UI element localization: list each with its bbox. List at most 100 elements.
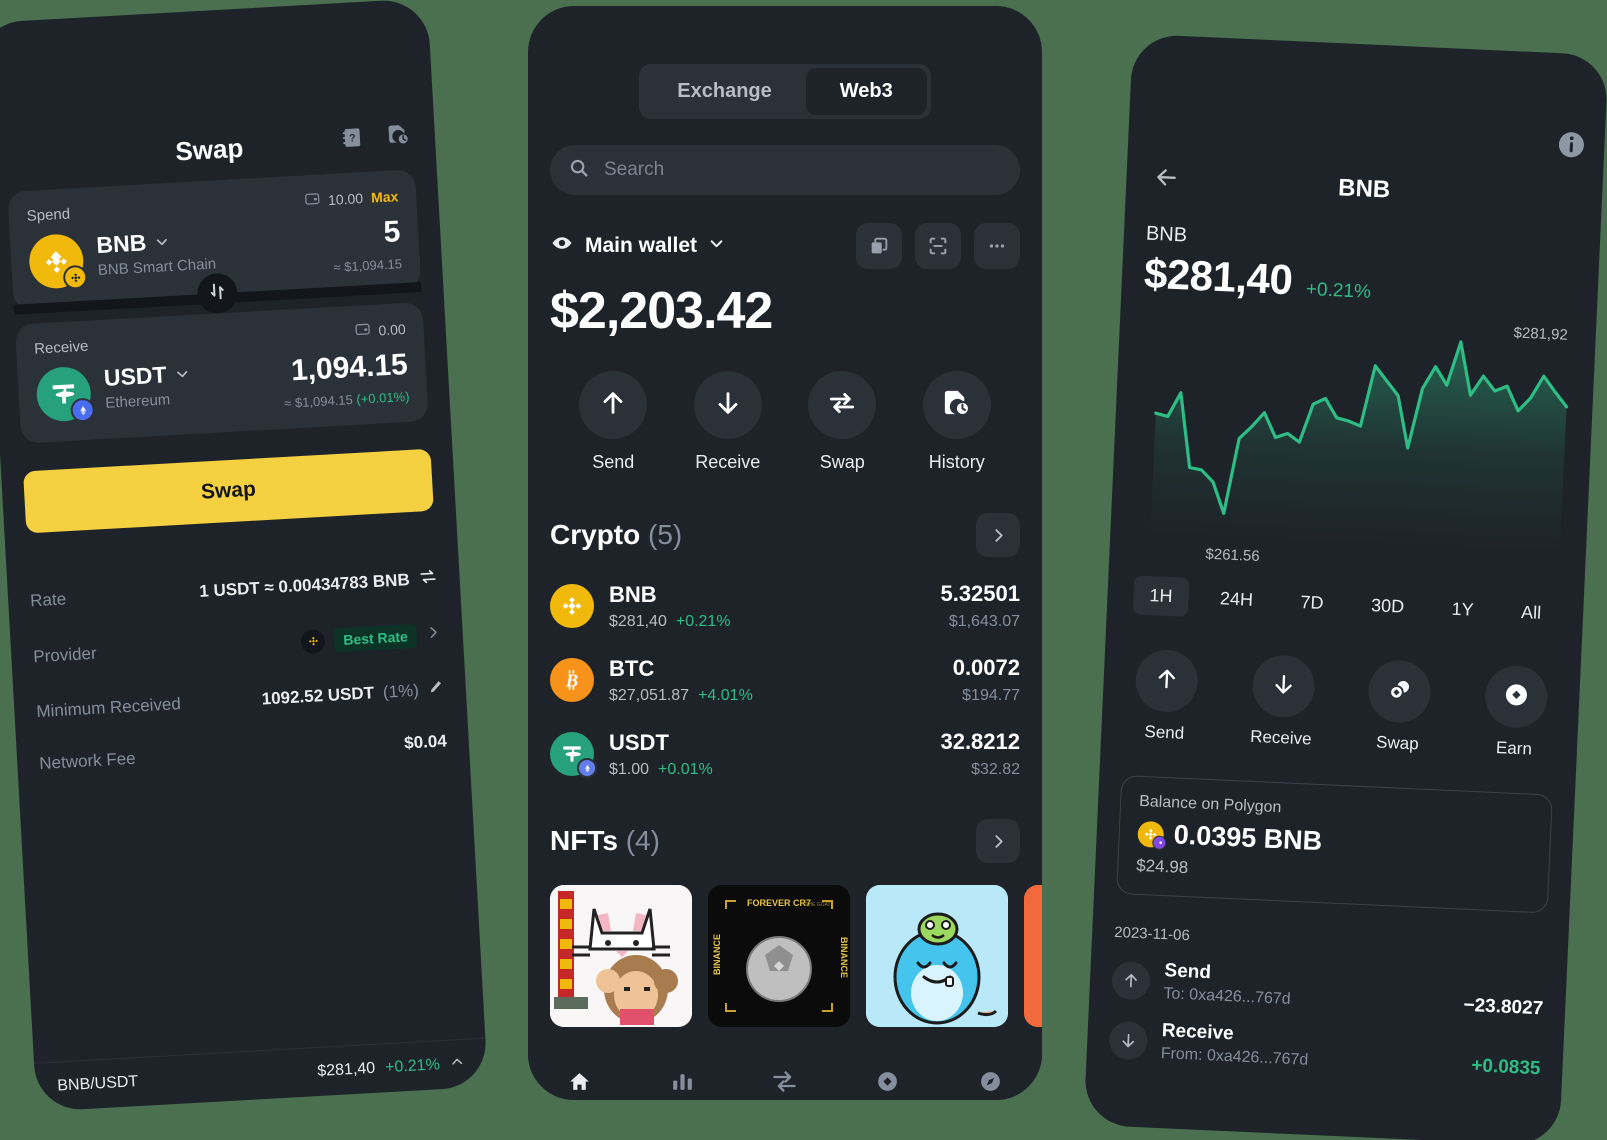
arrow-down-icon bbox=[1108, 1020, 1149, 1060]
tab-web3[interactable]: Web3 bbox=[805, 68, 927, 115]
provider-label: Provider bbox=[32, 643, 98, 667]
scan-icon[interactable] bbox=[915, 223, 961, 269]
search-icon bbox=[568, 157, 590, 184]
transaction-row-send[interactable]: Send To: 0xa426...767d −23.8027 bbox=[1111, 958, 1545, 1021]
receive-approx-change: (+0.01%) bbox=[355, 388, 410, 407]
copy-icon[interactable] bbox=[856, 223, 902, 269]
search-input[interactable]: Search bbox=[550, 145, 1020, 195]
wallet-selector[interactable]: Main wallet bbox=[550, 231, 725, 261]
history-icon[interactable] bbox=[385, 121, 412, 152]
info-icon[interactable] bbox=[1556, 129, 1588, 165]
nav-item-discover[interactable]: Discover bbox=[939, 1068, 1042, 1100]
range-tab-30d[interactable]: 30D bbox=[1354, 585, 1421, 627]
range-tab-1y[interactable]: 1Y bbox=[1435, 589, 1491, 630]
nav-item-earn[interactable]: Earn bbox=[309, 1110, 402, 1112]
quick-action-label: Send bbox=[592, 452, 635, 472]
svg-text:THE GOAT: THE GOAT bbox=[805, 902, 830, 908]
nfts-see-all-button[interactable] bbox=[976, 819, 1020, 863]
range-tab-7d[interactable]: 7D bbox=[1284, 582, 1341, 623]
price-chart[interactable]: $281,92 $261.56 bbox=[1132, 311, 1574, 565]
receive-balance: 0.00 bbox=[377, 320, 407, 338]
asset-amount: 0.0072 bbox=[952, 655, 1020, 680]
crypto-see-all-button[interactable] bbox=[976, 513, 1020, 557]
asset-change: +0.21% bbox=[675, 612, 731, 630]
quick-action-send[interactable]: Send bbox=[556, 371, 671, 473]
network-fee-value: $0.04 bbox=[403, 731, 448, 753]
more-icon[interactable] bbox=[974, 223, 1020, 269]
action-earn[interactable]: Earn bbox=[1483, 664, 1549, 760]
swap-button[interactable]: Swap bbox=[23, 448, 434, 534]
quick-action-label: Swap bbox=[819, 452, 865, 472]
usdt-coin-icon bbox=[550, 732, 597, 778]
quick-action-swap[interactable]: Swap bbox=[785, 371, 900, 473]
svg-text:B: B bbox=[565, 671, 578, 691]
swap-rate-icon[interactable] bbox=[418, 567, 438, 592]
eye-icon[interactable] bbox=[550, 231, 574, 261]
quick-action-label: History bbox=[928, 452, 985, 472]
chevron-right-icon[interactable] bbox=[425, 624, 441, 645]
transaction-amount: +0.0835 bbox=[1470, 1055, 1541, 1080]
spend-amount[interactable]: 5 bbox=[331, 215, 402, 252]
asset-price: $281,40 bbox=[609, 612, 667, 630]
ethereum-chain-badge bbox=[70, 397, 96, 423]
nav-item-markets[interactable]: Markets bbox=[631, 1068, 734, 1100]
spend-approx: ≈ $1,094.15 bbox=[333, 256, 403, 275]
nfts-section-header: NFTs (4) bbox=[550, 819, 1020, 863]
range-tab-all[interactable]: All bbox=[1504, 592, 1558, 633]
mockup-stage: Swap ? Spend 10.00 Max BNB BNB Smart Cha… bbox=[0, 0, 1607, 1140]
balance-amount: 0.0395 BNB bbox=[1173, 819, 1323, 857]
total-balance: $2,203.42 bbox=[550, 282, 773, 340]
exchange-web3-toggle: Exchange Web3 bbox=[639, 64, 931, 119]
price-ticker-bar[interactable]: BNB/USDT $281,40 +0.21% bbox=[34, 1037, 488, 1108]
quick-action-history[interactable]: History bbox=[900, 371, 1015, 473]
range-tab-24h[interactable]: 24H bbox=[1203, 579, 1270, 621]
svg-text:?: ? bbox=[349, 132, 357, 144]
asset-symbol: USDT bbox=[609, 729, 669, 755]
nft-card-forever-cr7[interactable]: FOREVER CR7 THE GOAT BINANCE BINANCE bbox=[708, 885, 850, 1027]
nav-item-swap[interactable]: Swap bbox=[734, 1068, 837, 1100]
swap-details: Rate 1 USDT ≈ 0.00434783 BNB Provider Be… bbox=[29, 551, 448, 790]
nft-carousel[interactable]: FOREVER CR7 THE GOAT BINANCE BINANCE bbox=[550, 885, 1042, 1027]
search-placeholder: Search bbox=[604, 159, 665, 180]
action-receive[interactable]: Receive bbox=[1249, 653, 1316, 750]
usdt-coin-icon bbox=[35, 365, 96, 423]
faq-icon[interactable]: ? bbox=[339, 125, 365, 155]
chevron-down-icon[interactable] bbox=[154, 228, 170, 256]
nft-card-blue-creature[interactable] bbox=[866, 885, 1008, 1027]
page-title: Swap bbox=[174, 132, 245, 167]
nav-item-home[interactable]: Home bbox=[528, 1068, 631, 1100]
asset-row-usdt[interactable]: USDT $1.00 +0.01% 32.8212 $32.82 bbox=[550, 729, 1020, 779]
arrow-down-icon bbox=[712, 387, 744, 424]
nft-card-pixel-cat-monkey[interactable] bbox=[550, 885, 692, 1027]
phone-bnb-detail-screen: BNB BNB $281,40 +0.21% $281,92 $261.56 1… bbox=[1083, 33, 1607, 1140]
tab-exchange[interactable]: Exchange bbox=[643, 68, 805, 115]
wallet-icon bbox=[304, 191, 321, 211]
asset-row-bnb[interactable]: BNB $281,40 +0.21% 5.32501 $1,643.07 bbox=[550, 581, 1020, 631]
balance-on-chain-card[interactable]: Balance on Polygon 0.0395 BNB $24.98 bbox=[1115, 775, 1553, 914]
nft-card-orange[interactable] bbox=[1024, 885, 1042, 1027]
bnb-polygon-coin-icon bbox=[1137, 820, 1167, 850]
transaction-row-receive[interactable]: Receive From: 0xa426...767d +0.0835 bbox=[1108, 1018, 1542, 1081]
nav-item-earn[interactable]: Earn bbox=[836, 1068, 939, 1100]
max-button[interactable]: Max bbox=[371, 188, 399, 205]
nav-item-discover[interactable]: Discover bbox=[399, 1105, 488, 1112]
asset-change: +0.01% bbox=[658, 760, 713, 778]
asset-symbol: BTC bbox=[609, 655, 655, 681]
back-arrow-icon[interactable] bbox=[1152, 163, 1181, 197]
chevron-down-icon[interactable] bbox=[708, 234, 725, 258]
chevron-up-icon[interactable] bbox=[449, 1054, 465, 1075]
chevron-down-icon[interactable] bbox=[174, 360, 190, 388]
action-swap[interactable]: Swap bbox=[1366, 659, 1433, 755]
detail-header: BNB bbox=[1147, 132, 1584, 227]
asset-row-btc[interactable]: B BTC $27,051.87 +4.01% 0.0072 $194.77 bbox=[550, 655, 1020, 705]
quick-actions: Send Receive Swap History bbox=[550, 371, 1020, 473]
asset-actions: Send Receive Swap Earn bbox=[1123, 648, 1559, 761]
receive-card[interactable]: Receive 0.00 USDT Ethereum 1,094.15 ≈ $1… bbox=[14, 301, 429, 444]
quick-action-receive[interactable]: Receive bbox=[671, 371, 786, 473]
receive-amount[interactable]: 1,094.15 bbox=[282, 348, 408, 388]
ticker-change: +0.21% bbox=[384, 1056, 441, 1077]
range-tab-1h[interactable]: 1H bbox=[1132, 575, 1190, 617]
edit-icon[interactable] bbox=[427, 678, 444, 700]
slippage-value: (1%) bbox=[382, 680, 420, 702]
action-send[interactable]: Send bbox=[1133, 648, 1200, 745]
